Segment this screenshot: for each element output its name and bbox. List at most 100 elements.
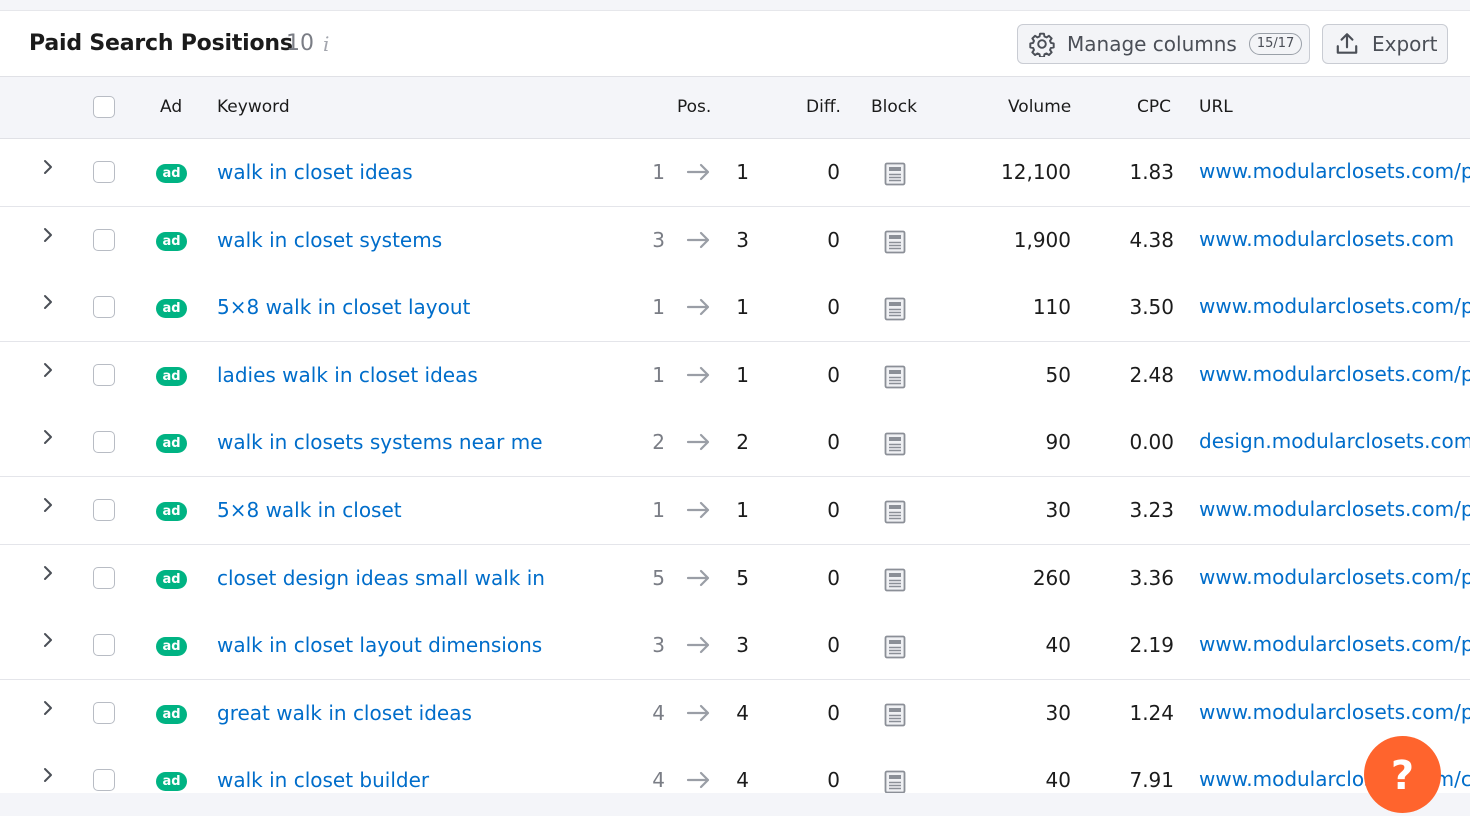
keyword-link[interactable]: walk in closet systems (217, 228, 442, 252)
cost-per-click: 3.23 (1129, 498, 1174, 522)
ad-badge: ad (156, 367, 187, 386)
landing-url-link[interactable]: www.modularclosets.com/p (1199, 362, 1470, 386)
ad-badge: ad (156, 434, 187, 453)
block-icon[interactable] (883, 635, 907, 659)
previous-position: 4 (652, 701, 665, 725)
paid-search-positions-panel: Paid Search Positions 10 i Manage column… (0, 10, 1470, 793)
column-header-pos[interactable]: Pos. (677, 97, 711, 117)
column-header-cpc[interactable]: CPC (1137, 97, 1171, 117)
block-icon[interactable] (883, 432, 907, 456)
landing-url-link[interactable]: www.modularclosets.com/p (1199, 700, 1470, 724)
table-row: ad 5×8 walk in closet layout 1 1 0 110 3… (0, 274, 1470, 342)
chevron-right-icon[interactable] (38, 630, 58, 650)
row-checkbox[interactable] (93, 499, 115, 521)
chevron-right-icon[interactable] (38, 427, 58, 447)
keyword-link[interactable]: 5×8 walk in closet layout (217, 295, 470, 319)
chevron-right-icon[interactable] (38, 292, 58, 312)
ad-badge: ad (156, 570, 187, 589)
row-checkbox[interactable] (93, 769, 115, 791)
previous-position: 2 (652, 430, 665, 454)
keyword-link[interactable]: walk in closet ideas (217, 160, 413, 184)
landing-url-link[interactable]: www.modularclosets.com/p (1199, 294, 1470, 318)
chevron-right-icon[interactable] (38, 698, 58, 718)
landing-url-link[interactable]: design.modularclosets.com (1199, 429, 1470, 453)
landing-url-link[interactable]: www.modularclosets.com/p (1199, 565, 1470, 589)
block-icon[interactable] (883, 230, 907, 254)
row-checkbox[interactable] (93, 634, 115, 656)
position-difference: 0 (827, 430, 840, 454)
row-checkbox[interactable] (93, 702, 115, 724)
keyword-link[interactable]: walk in closet layout dimensions (217, 633, 542, 657)
info-icon[interactable]: i (323, 32, 329, 56)
search-volume: 90 (1045, 430, 1071, 454)
row-checkbox[interactable] (93, 296, 115, 318)
column-header-keyword[interactable]: Keyword (217, 97, 290, 117)
select-all-checkbox[interactable] (93, 96, 115, 118)
block-icon[interactable] (883, 568, 907, 592)
block-icon[interactable] (883, 500, 907, 524)
ad-badge: ad (156, 299, 187, 318)
row-checkbox[interactable] (93, 364, 115, 386)
ad-badge: ad (156, 502, 187, 521)
row-checkbox[interactable] (93, 229, 115, 251)
landing-url-link[interactable]: www.modularclosets.com/p (1199, 497, 1470, 521)
keyword-link[interactable]: great walk in closet ideas (217, 701, 472, 725)
table-row: ad walk in closet builder 4 4 0 40 7.91 … (0, 747, 1470, 793)
cost-per-click: 1.83 (1129, 160, 1174, 184)
page-title: Paid Search Positions (29, 31, 293, 56)
landing-url-link[interactable]: www.modularclosets.com/p (1199, 159, 1470, 183)
column-header-diff[interactable]: Diff. (806, 97, 841, 117)
keyword-link[interactable]: ladies walk in closet ideas (217, 363, 478, 387)
arrow-right-icon (686, 231, 710, 249)
arrow-right-icon (686, 636, 710, 654)
column-header-url[interactable]: URL (1199, 97, 1233, 117)
chevron-right-icon[interactable] (38, 495, 58, 515)
export-button[interactable]: Export (1322, 24, 1448, 64)
arrow-right-icon (686, 366, 710, 384)
position-difference: 0 (827, 363, 840, 387)
block-icon[interactable] (883, 297, 907, 321)
block-icon[interactable] (883, 162, 907, 186)
result-count: 10 (286, 31, 314, 56)
block-icon[interactable] (883, 365, 907, 389)
help-button[interactable]: ? (1364, 736, 1441, 813)
keyword-link[interactable]: walk in closet builder (217, 768, 429, 792)
chevron-right-icon[interactable] (38, 765, 58, 785)
arrow-right-icon (686, 569, 710, 587)
position-difference: 0 (827, 566, 840, 590)
row-checkbox[interactable] (93, 567, 115, 589)
ad-badge: ad (156, 772, 187, 791)
manage-columns-button[interactable]: Manage columns 15/17 (1017, 24, 1310, 64)
current-position: 1 (736, 160, 749, 184)
column-header-ad[interactable]: Ad (160, 97, 182, 117)
cost-per-click: 2.48 (1129, 363, 1174, 387)
cost-per-click: 3.50 (1129, 295, 1174, 319)
chevron-right-icon[interactable] (38, 563, 58, 583)
search-volume: 1,900 (1013, 228, 1071, 252)
landing-url-link[interactable]: www.modularclosets.com/p (1199, 632, 1470, 656)
cost-per-click: 1.24 (1129, 701, 1174, 725)
row-checkbox[interactable] (93, 431, 115, 453)
table-row: ad great walk in closet ideas 4 4 0 30 1… (0, 680, 1470, 748)
block-icon[interactable] (883, 770, 907, 793)
arrow-right-icon (686, 501, 710, 519)
keyword-link[interactable]: closet design ideas small walk in (217, 566, 545, 590)
keyword-link[interactable]: walk in closets systems near me (217, 430, 543, 454)
panel-header: Paid Search Positions 10 i Manage column… (0, 11, 1470, 77)
keyword-link[interactable]: 5×8 walk in closet (217, 498, 402, 522)
cost-per-click: 3.36 (1129, 566, 1174, 590)
table-row: ad walk in closet systems 3 3 0 1,900 4.… (0, 207, 1470, 275)
ad-badge: ad (156, 705, 187, 724)
chevron-right-icon[interactable] (38, 157, 58, 177)
previous-position: 3 (652, 633, 665, 657)
column-header-block[interactable]: Block (871, 97, 917, 117)
chevron-right-icon[interactable] (38, 225, 58, 245)
row-checkbox[interactable] (93, 161, 115, 183)
previous-position: 5 (652, 566, 665, 590)
column-header-volume[interactable]: Volume (1008, 97, 1071, 117)
block-icon[interactable] (883, 703, 907, 727)
landing-url-link[interactable]: www.modularclosets.com (1199, 227, 1454, 251)
chevron-right-icon[interactable] (38, 360, 58, 380)
columns-count-badge: 15/17 (1248, 33, 1303, 55)
search-volume: 12,100 (1001, 160, 1071, 184)
